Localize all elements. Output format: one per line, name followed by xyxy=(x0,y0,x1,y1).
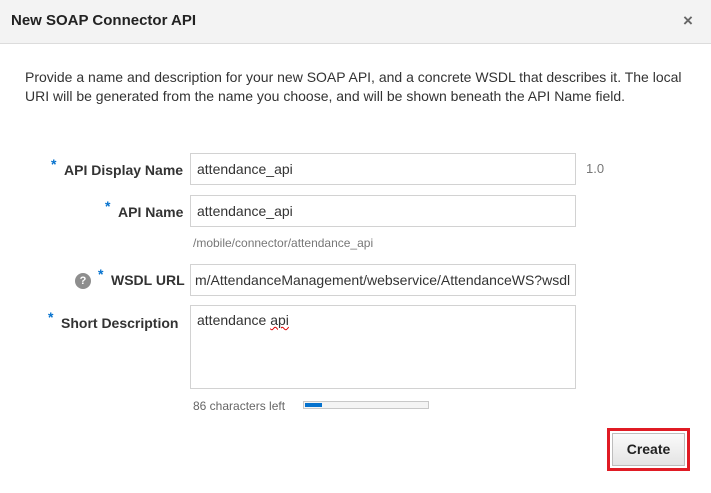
required-marker: * xyxy=(105,198,111,214)
wsdl-url-input[interactable]: m/AttendanceManagement/webservice/Attend… xyxy=(190,264,576,296)
misspelled-word: api xyxy=(270,312,289,328)
api-name-input[interactable]: attendance_api xyxy=(190,195,576,227)
required-marker: * xyxy=(98,266,104,282)
dialog-titlebar: New SOAP Connector API × xyxy=(0,0,711,44)
api-version-text: 1.0 xyxy=(586,161,605,176)
api-display-name-input[interactable]: attendance_api xyxy=(190,153,576,185)
create-button[interactable]: Create xyxy=(612,433,685,466)
api-display-name-label: API Display Name xyxy=(64,162,184,178)
required-marker: * xyxy=(48,309,54,325)
short-description-textarea[interactable]: attendance api xyxy=(190,305,576,389)
short-description-label: Short Description xyxy=(61,315,179,331)
help-icon[interactable]: ? xyxy=(75,273,91,289)
wsdl-url-label: WSDL URL xyxy=(111,272,185,288)
close-icon[interactable]: × xyxy=(683,11,693,31)
intro-text: Provide a name and description for your … xyxy=(25,69,682,104)
character-count-meter xyxy=(303,401,429,409)
character-count-meter-fill xyxy=(305,403,322,407)
local-uri-text: /mobile/connector/attendance_api xyxy=(193,236,374,250)
api-name-label: API Name xyxy=(118,204,184,220)
dialog-title: New SOAP Connector API xyxy=(11,12,197,29)
new-soap-connector-dialog: New SOAP Connector API × Provide a name … xyxy=(0,0,711,493)
description-word: attendance xyxy=(197,312,267,328)
characters-left-text: 86 characters left xyxy=(193,399,286,413)
required-marker: * xyxy=(51,156,57,172)
